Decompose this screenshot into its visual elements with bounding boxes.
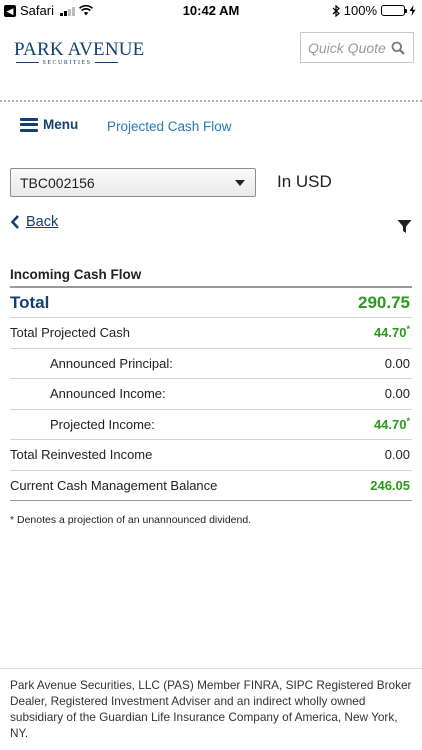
back-link[interactable]: Back — [10, 214, 58, 230]
cash-flow-table: Total 290.75 Total Projected Cash 44.70*… — [10, 288, 412, 501]
table-row-projected-income: Projected Income: 44.70* — [10, 410, 412, 440]
row-value: 0.00 — [384, 355, 410, 371]
row-value: 44.70 — [373, 325, 407, 341]
chevron-down-icon — [235, 180, 245, 186]
table-row-announced-income: Announced Income: 0.00 — [10, 379, 412, 410]
section-title: Incoming Cash Flow — [10, 267, 142, 282]
account-select-value: TBC002156 — [20, 174, 95, 191]
row-value: 0.00 — [384, 386, 410, 402]
row-value: 44.70 — [373, 416, 407, 432]
table-row-total: Total 290.75 — [10, 288, 412, 318]
menu-label: Menu — [43, 117, 79, 132]
chevron-left-icon — [10, 215, 19, 229]
hamburger-icon — [20, 117, 38, 132]
projection-marker: * — [406, 415, 410, 426]
current-page-title[interactable]: Projected Cash Flow — [107, 119, 232, 134]
row-label: Announced Income: — [50, 386, 166, 402]
row-label: Announced Principal: — [50, 355, 173, 371]
menu-button[interactable]: Menu — [20, 117, 78, 132]
back-label: Back — [26, 214, 59, 230]
battery-percent: 100% — [343, 3, 377, 18]
row-value-wrap: 44.70* — [373, 415, 412, 432]
table-row-total-projected-cash: Total Projected Cash 44.70* — [10, 318, 412, 349]
row-value: 290.75 — [358, 292, 410, 312]
row-label: Total Projected Cash — [10, 325, 130, 341]
header-divider — [0, 100, 422, 102]
projection-marker: * — [406, 324, 410, 335]
row-value: 0.00 — [384, 447, 410, 463]
bluetooth-icon — [332, 4, 340, 17]
account-select[interactable]: TBC002156 — [10, 168, 256, 197]
filter-icon[interactable] — [397, 219, 412, 234]
footer-divider — [0, 668, 422, 669]
row-label: Projected Income: — [50, 416, 155, 432]
park-avenue-logo[interactable]: PARK AVENUE SECURITIES — [14, 39, 145, 70]
currency-label: In USD — [277, 172, 332, 191]
row-value: 246.05 — [370, 477, 410, 493]
table-row-total-reinvested-income: Total Reinvested Income 0.00 — [10, 440, 412, 471]
status-right: 100% — [332, 3, 416, 18]
battery-icon — [381, 5, 407, 16]
row-label: Total — [10, 292, 50, 312]
projection-footnote: * Denotes a projection of an unannounced… — [10, 514, 252, 526]
charging-bolt-icon — [409, 5, 416, 16]
row-value-wrap: 44.70* — [373, 324, 412, 341]
search-icon[interactable] — [391, 41, 405, 55]
row-label: Total Reinvested Income — [10, 447, 153, 463]
legal-disclaimer: Park Avenue Securities, LLC (PAS) Member… — [10, 678, 412, 740]
status-bar: ◀ Safari 10:42 AM 100% — [0, 0, 422, 22]
logo-subtitle: SECURITIES — [14, 60, 120, 66]
logo-wordmark: PARK AVENUE — [14, 39, 145, 60]
table-row-cash-management-balance: Current Cash Management Balance 246.05 — [10, 471, 412, 501]
row-label: Current Cash Management Balance — [10, 477, 218, 493]
quick-quote-box[interactable] — [300, 32, 414, 63]
table-row-announced-principal: Announced Principal: 0.00 — [10, 349, 412, 379]
quick-quote-input[interactable] — [308, 39, 390, 56]
